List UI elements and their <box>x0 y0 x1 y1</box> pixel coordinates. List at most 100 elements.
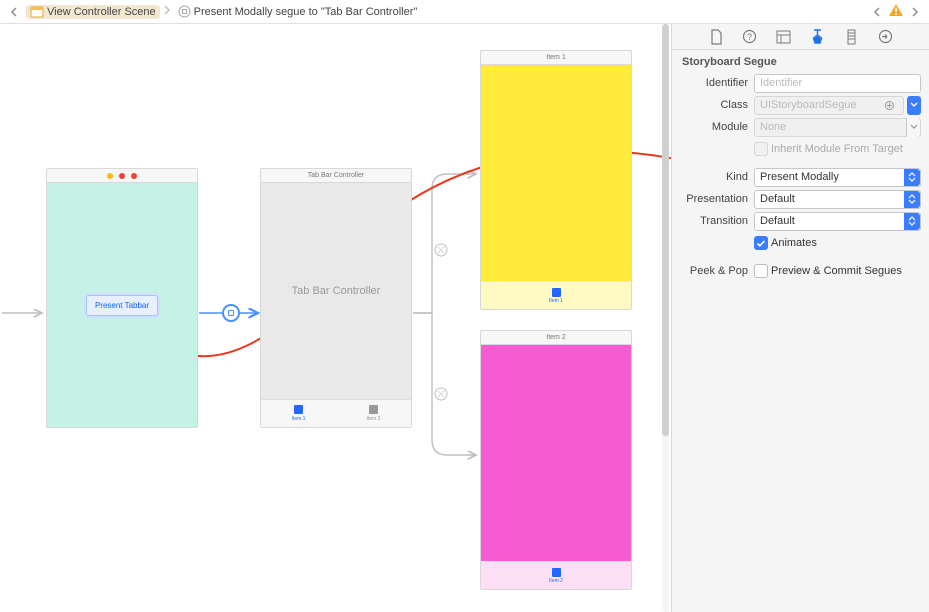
segue-connection-icon[interactable] <box>222 304 240 322</box>
tab-item-2[interactable]: Item 2 <box>336 400 411 427</box>
row-peek-pop: Peek & Pop Preview & Commit Segues <box>672 260 921 282</box>
label-kind: Kind <box>672 171 754 183</box>
row-transition: Transition Default <box>672 210 921 232</box>
label-preview-commit: Preview & Commit Segues <box>771 265 902 277</box>
presentation-value: Default <box>760 193 795 205</box>
label-class: Class <box>672 99 754 111</box>
storyboard-scene-icon <box>30 6 44 18</box>
module-combo[interactable]: None <box>754 118 921 137</box>
scene-tab-bar-controller[interactable]: Tab Bar Controller Tab Bar Controller It… <box>260 168 412 428</box>
label-animates: Animates <box>771 237 817 249</box>
present-tabbar-button[interactable]: Present Tabbar <box>86 295 158 316</box>
row-inherit: Inherit Module From Target <box>672 138 921 160</box>
row-module: Module None <box>672 116 921 138</box>
scene-item-2[interactable]: Item 2 Item 2 <box>480 330 632 590</box>
label-module: Module <box>672 121 754 133</box>
tab-glyph-icon <box>552 288 561 297</box>
app-root: View Controller Scene Present Modally se… <box>0 0 929 612</box>
scene-dots-icon <box>107 173 137 179</box>
tab-label: Item 2 <box>549 578 563 584</box>
tab-size-inspector[interactable] <box>840 27 864 47</box>
tab-quick-help[interactable]: ? <box>738 27 762 47</box>
row-kind: Kind Present Modally <box>672 166 921 188</box>
scene-titlebar: Tab Bar Controller <box>260 168 412 182</box>
presentation-select[interactable]: Default <box>754 190 921 209</box>
tab-bar-item: Item 1 <box>481 281 631 309</box>
scene-body: Tab Bar Controller Item 1 Item 2 <box>260 182 412 428</box>
label-peek-pop: Peek & Pop <box>672 265 754 277</box>
plus-icon[interactable] <box>882 101 898 110</box>
scene-item-1[interactable]: Item 1 Item 1 <box>480 50 632 310</box>
warning-icon[interactable] <box>889 4 903 19</box>
row-presentation: Presentation Default <box>672 188 921 210</box>
animates-checkbox[interactable] <box>754 236 768 250</box>
inspector-panel: ? Storyboard Segue Identifier Class UISt… <box>671 24 929 612</box>
select-arrows-icon <box>904 213 920 230</box>
chevron-down-icon <box>906 118 920 137</box>
tab-bar-controller-label: Tab Bar Controller <box>261 183 411 399</box>
row-identifier: Identifier <box>672 72 921 94</box>
identifier-field[interactable] <box>754 74 921 93</box>
jump-bar: View Controller Scene Present Modally se… <box>0 0 929 24</box>
breadcrumb-segue-label: Present Modally segue to "Tab Bar Contro… <box>194 6 418 18</box>
transition-select[interactable]: Default <box>754 212 921 231</box>
section-heading: Storyboard Segue <box>672 50 929 72</box>
storyboard-canvas[interactable]: Present Tabbar Tab Bar Controller Tab Ba… <box>0 24 671 612</box>
label-transition: Transition <box>672 215 754 227</box>
scene-body: Item 1 <box>480 64 632 310</box>
row-animates: Animates <box>672 232 921 254</box>
row-class: Class UIStoryboardSegue <box>672 94 921 116</box>
scene-title-label: Tab Bar Controller <box>308 172 364 179</box>
module-placeholder: None <box>760 121 786 133</box>
scene-view-controller[interactable]: Present Tabbar <box>46 168 198 428</box>
tab-connections-inspector[interactable] <box>874 27 898 47</box>
scene-body: Present Tabbar <box>46 182 198 428</box>
scene-titlebar <box>46 168 198 182</box>
related-back-button[interactable] <box>869 4 885 20</box>
tab-glyph-icon <box>552 568 561 577</box>
class-placeholder: UIStoryboardSegue <box>760 99 857 111</box>
scene-body: Item 2 <box>480 344 632 590</box>
transition-value: Default <box>760 215 795 227</box>
scene-content <box>481 65 631 281</box>
tab-bar: Item 1 Item 2 <box>261 399 411 427</box>
scene-titlebar: Item 2 <box>480 330 632 344</box>
tab-label: Item 2 <box>367 416 381 422</box>
tab-item-1[interactable]: Item 1 <box>261 400 336 427</box>
label-inherit: Inherit Module From Target <box>771 143 903 155</box>
class-field[interactable]: UIStoryboardSegue <box>754 96 904 115</box>
breadcrumb-scene-label: View Controller Scene <box>47 6 156 18</box>
tab-attributes-inspector[interactable] <box>806 27 830 47</box>
kind-value: Present Modally <box>760 171 839 183</box>
scene-title-label: Item 1 <box>546 54 565 61</box>
segue-icon <box>178 5 191 18</box>
scrollbar-thumb[interactable] <box>662 24 669 436</box>
back-button[interactable] <box>6 4 22 20</box>
label-identifier: Identifier <box>672 77 754 89</box>
tab-bar-item: Item 2 <box>481 561 631 589</box>
breadcrumb-scene[interactable]: View Controller Scene <box>26 5 160 19</box>
tab-glyph-icon <box>369 405 378 414</box>
related-forward-button[interactable] <box>907 4 923 20</box>
scene-title-label: Item 2 <box>546 334 565 341</box>
main-area: Present Tabbar Tab Bar Controller Tab Ba… <box>0 24 929 612</box>
svg-text:?: ? <box>747 32 752 42</box>
scene-content <box>481 345 631 561</box>
label-presentation: Presentation <box>672 193 754 205</box>
canvas-scrollbar[interactable] <box>662 24 669 612</box>
tab-glyph-icon <box>294 405 303 414</box>
inspector-form: Identifier Class UIStoryboardSegue <box>672 72 929 292</box>
scene-titlebar: Item 1 <box>480 50 632 64</box>
preview-commit-checkbox[interactable] <box>754 264 768 278</box>
tab-label: Item 1 <box>549 298 563 304</box>
class-dropdown-button[interactable] <box>907 96 921 115</box>
kind-select[interactable]: Present Modally <box>754 168 921 187</box>
tab-identity-inspector[interactable] <box>772 27 796 47</box>
tab-file-inspector[interactable] <box>704 27 728 47</box>
select-arrows-icon <box>904 191 920 208</box>
inspector-tabs: ? <box>672 24 929 50</box>
inherit-checkbox[interactable] <box>754 142 768 156</box>
select-arrows-icon <box>904 169 920 186</box>
breadcrumb-segue[interactable]: Present Modally segue to "Tab Bar Contro… <box>174 4 422 19</box>
breadcrumb-separator <box>164 5 170 18</box>
